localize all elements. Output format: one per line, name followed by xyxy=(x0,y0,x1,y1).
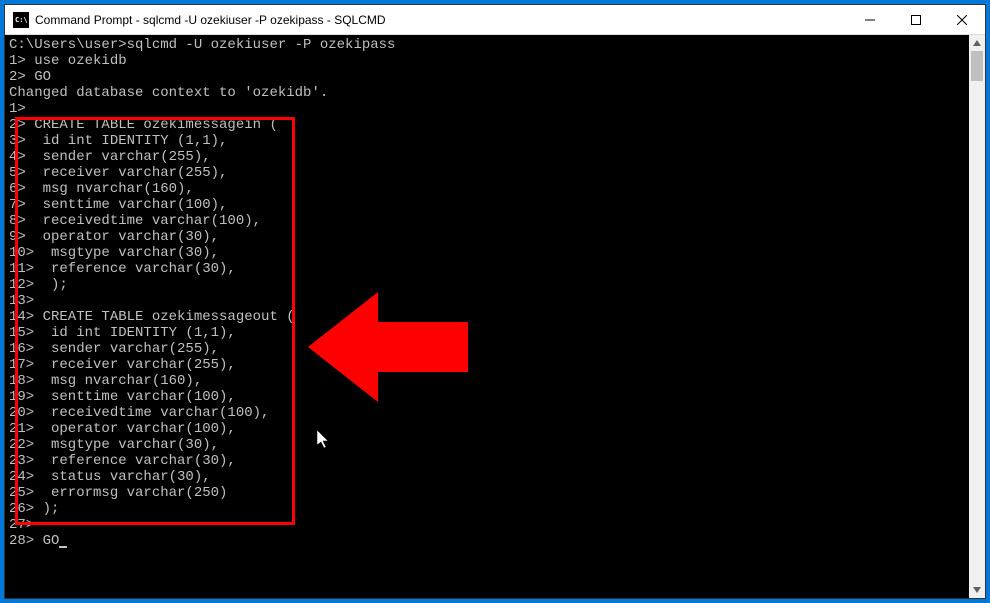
terminal-output[interactable]: C:\Users\user>sqlcmd -U ozekiuser -P oze… xyxy=(5,35,985,598)
terminal-line: 23> reference varchar(30), xyxy=(9,453,981,469)
terminal-line: 25> errormsg varchar(250) xyxy=(9,485,981,501)
scroll-up-button[interactable] xyxy=(969,35,985,51)
terminal-line: 11> reference varchar(30), xyxy=(9,261,981,277)
terminal-line: 5> receiver varchar(255), xyxy=(9,165,981,181)
window-controls xyxy=(847,5,985,34)
scroll-track[interactable] xyxy=(969,51,985,582)
terminal-line: 2> GO xyxy=(9,69,981,85)
terminal-line: 14> CREATE TABLE ozekimessageout ( xyxy=(9,309,981,325)
terminal-line: 4> sender varchar(255), xyxy=(9,149,981,165)
terminal-line: 12> ); xyxy=(9,277,981,293)
terminal-line: Changed database context to 'ozekidb'. xyxy=(9,85,981,101)
terminal-line: 13> xyxy=(9,293,981,309)
terminal-line: 7> senttime varchar(100), xyxy=(9,197,981,213)
terminal-line: 16> sender varchar(255), xyxy=(9,341,981,357)
terminal-line: 17> receiver varchar(255), xyxy=(9,357,981,373)
terminal-line: 21> operator varchar(100), xyxy=(9,421,981,437)
terminal-line: C:\Users\user>sqlcmd -U ozekiuser -P oze… xyxy=(9,37,981,53)
terminal-line: 6> msg nvarchar(160), xyxy=(9,181,981,197)
console-window: C:\ Command Prompt - sqlcmd -U ozekiuser… xyxy=(4,4,986,599)
terminal-line: 18> msg nvarchar(160), xyxy=(9,373,981,389)
vertical-scrollbar[interactable] xyxy=(969,35,985,598)
scroll-thumb[interactable] xyxy=(971,51,983,81)
maximize-button[interactable] xyxy=(893,5,939,34)
titlebar[interactable]: C:\ Command Prompt - sqlcmd -U ozekiuser… xyxy=(5,5,985,35)
terminal-line: 1> use ozekidb xyxy=(9,53,981,69)
terminal-line: 22> msgtype varchar(30), xyxy=(9,437,981,453)
window-title: Command Prompt - sqlcmd -U ozekiuser -P … xyxy=(35,13,847,27)
close-button[interactable] xyxy=(939,5,985,34)
terminal-line: 8> receivedtime varchar(100), xyxy=(9,213,981,229)
terminal-line: 19> senttime varchar(100), xyxy=(9,389,981,405)
terminal-line: 3> id int IDENTITY (1,1), xyxy=(9,133,981,149)
terminal-line: 20> receivedtime varchar(100), xyxy=(9,405,981,421)
cmd-icon: C:\ xyxy=(13,12,29,28)
terminal-line: 15> id int IDENTITY (1,1), xyxy=(9,325,981,341)
terminal-line: 26> ); xyxy=(9,501,981,517)
terminal-line: 28> GO xyxy=(9,533,981,549)
scroll-down-button[interactable] xyxy=(969,582,985,598)
text-cursor xyxy=(59,546,67,548)
terminal-line: 9> operator varchar(30), xyxy=(9,229,981,245)
terminal-line: 27> xyxy=(9,517,981,533)
terminal-line: 10> msgtype varchar(30), xyxy=(9,245,981,261)
svg-text:C:\: C:\ xyxy=(15,16,28,24)
terminal-line: 24> status varchar(30), xyxy=(9,469,981,485)
minimize-button[interactable] xyxy=(847,5,893,34)
terminal-line: 1> xyxy=(9,101,981,117)
terminal-line: 2> CREATE TABLE ozekimessagein ( xyxy=(9,117,981,133)
